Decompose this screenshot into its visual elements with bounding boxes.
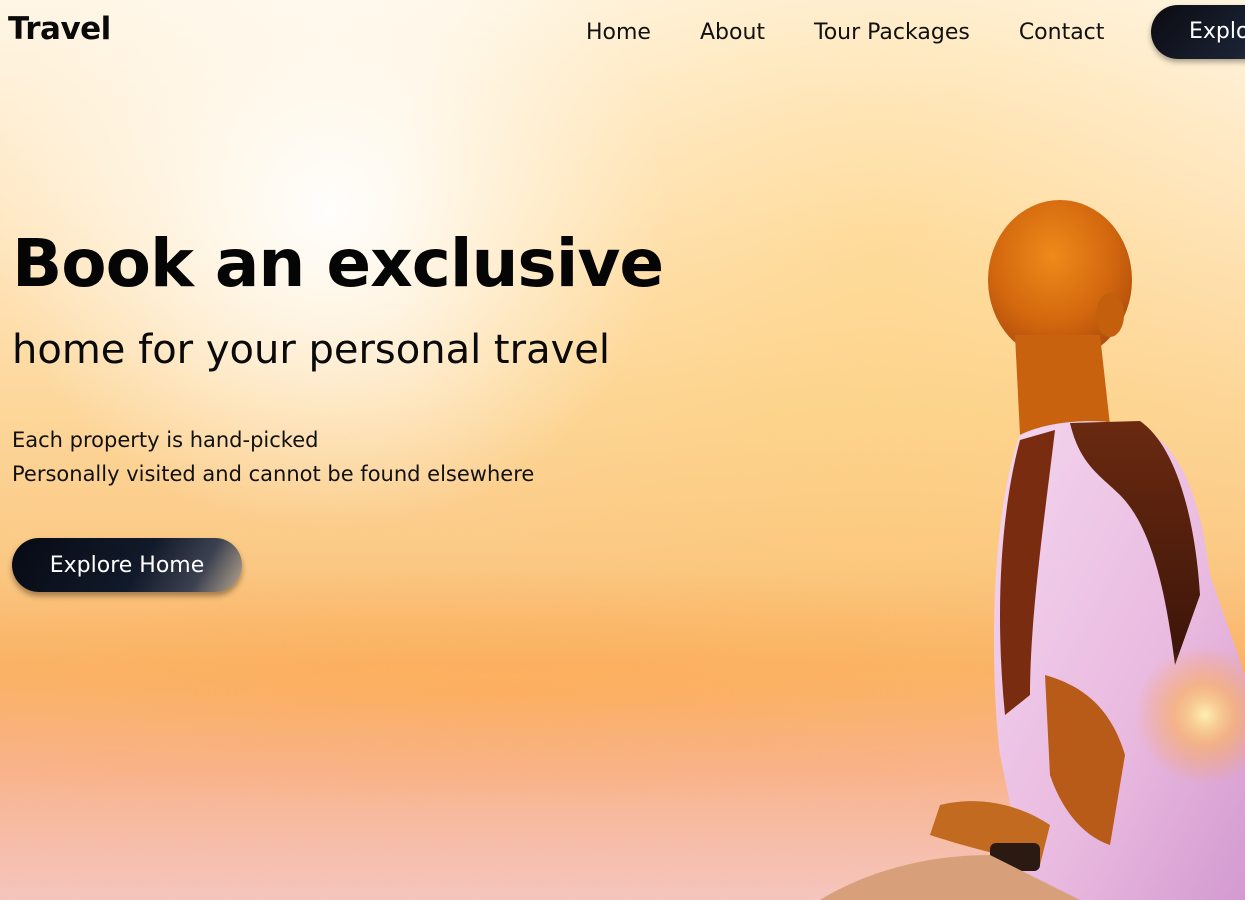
- main-nav: Home About Tour Packages Contact: [586, 18, 1104, 48]
- site-header: Travel Home About Tour Packages Contact …: [0, 0, 1245, 66]
- header-explore-button[interactable]: Explore: [1151, 5, 1245, 59]
- nav-link-tour-packages[interactable]: Tour Packages: [814, 18, 970, 48]
- traveler-photo: [820, 200, 1245, 900]
- nav-link-about[interactable]: About: [700, 18, 765, 48]
- hero-description: Each property is hand-picked Personally …: [12, 423, 534, 491]
- hero-description-line: Personally visited and cannot be found e…: [12, 462, 535, 486]
- nav-link-home[interactable]: Home: [586, 18, 651, 48]
- site-logo[interactable]: Travel: [8, 11, 111, 47]
- explore-home-button[interactable]: Explore Home: [12, 538, 242, 592]
- hero-title: Book an exclusive: [12, 225, 664, 302]
- nav-link-contact[interactable]: Contact: [1019, 18, 1105, 48]
- hero-subtitle: home for your personal travel: [12, 327, 610, 373]
- hero-description-line: Each property is hand-picked: [12, 428, 319, 452]
